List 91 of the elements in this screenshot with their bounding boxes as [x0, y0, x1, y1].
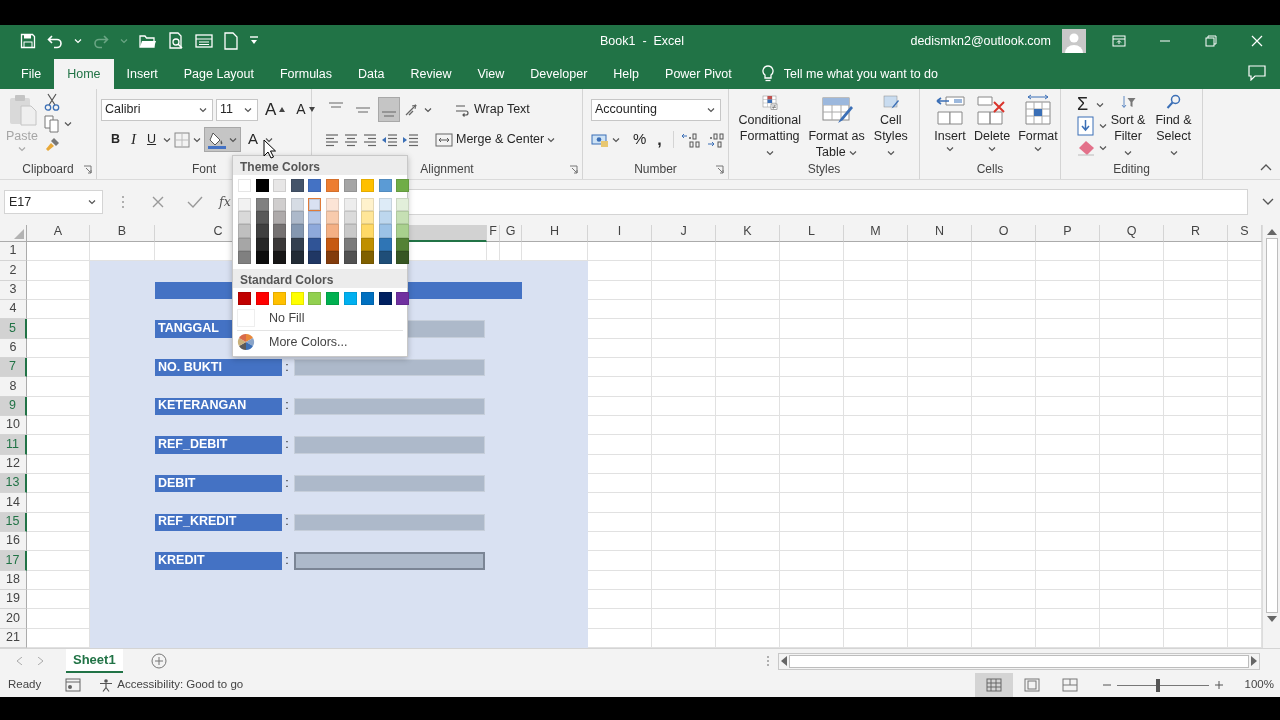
row-header[interactable]: 11	[0, 435, 27, 455]
column-header[interactable]: R	[1164, 225, 1228, 242]
sort-filter-button[interactable]: Sort & Filter	[1107, 89, 1150, 160]
ribbon-tab[interactable]: Data	[345, 59, 398, 89]
ribbon-tab[interactable]: Insert	[113, 59, 171, 89]
section-header: Theme Colors	[233, 156, 407, 175]
row-header[interactable]: 5	[0, 319, 27, 339]
colon-separator: :	[284, 552, 290, 570]
row-header[interactable]: 7	[0, 358, 27, 378]
window-title: Book1 - Excel	[600, 32, 685, 50]
conditional-formatting-button[interactable]: Conditional Formatting	[733, 89, 807, 160]
cell-styles-button[interactable]: Cell Styles	[866, 89, 915, 160]
tell-me-button[interactable]: Tell me what you want to do	[754, 59, 944, 89]
group-label: Alignment	[420, 161, 474, 178]
insert-button[interactable]: Insert	[932, 89, 968, 160]
comma-button[interactable]: ,	[653, 127, 666, 152]
field-label: DEBIT	[155, 475, 282, 493]
group-label: Cells	[976, 161, 1004, 178]
shrink-font-button[interactable]: A	[292, 97, 319, 122]
grow-font-button[interactable]: A	[261, 97, 290, 122]
font-name-field[interactable]: Calibri	[101, 98, 213, 121]
status-text: Ready	[8, 677, 42, 693]
colon-separator: :	[284, 397, 290, 415]
group-label: Clipboard	[22, 161, 74, 178]
column-header[interactable]: S	[1228, 225, 1262, 242]
colon-separator: :	[284, 358, 290, 376]
row-header[interactable]: 10	[0, 416, 27, 436]
row-header[interactable]: 13	[0, 474, 27, 494]
colon-separator: :	[284, 513, 290, 531]
insert-function-button[interactable]: fx	[219, 192, 231, 212]
bold-button[interactable]: B	[107, 127, 125, 152]
row-header[interactable]: 1	[0, 242, 27, 262]
row-header[interactable]: 14	[0, 493, 27, 513]
italic-button[interactable]: I	[127, 127, 141, 152]
column-header[interactable]: G	[500, 225, 522, 242]
delete-button[interactable]: Delete	[972, 89, 1013, 160]
sheet-tab[interactable]: Sheet1	[66, 649, 123, 673]
name-box[interactable]: E17	[4, 190, 103, 214]
column-header[interactable]: A	[27, 225, 90, 242]
find-select-button[interactable]: Find & Select	[1149, 89, 1198, 160]
column-header[interactable]: L	[780, 225, 844, 242]
column-header[interactable]: N	[908, 225, 972, 242]
column-header[interactable]: B	[90, 225, 155, 242]
group-label: Styles	[807, 161, 841, 178]
colon-separator: :	[284, 474, 290, 492]
ribbon-tab[interactable]: View	[464, 59, 518, 89]
column-header[interactable]: H	[522, 225, 588, 242]
section-header: Standard Colors	[233, 268, 407, 288]
merge-center-button[interactable]: Merge & Center	[431, 127, 560, 152]
row-header[interactable]: 20	[0, 609, 27, 629]
column-header[interactable]: M	[844, 225, 908, 242]
column-header[interactable]: O	[972, 225, 1036, 242]
accessibility-button[interactable]: Accessibility: Good to go	[99, 676, 244, 694]
format-button[interactable]: Format	[1016, 89, 1060, 160]
format-as-table-button[interactable]: Format as Table	[806, 89, 867, 160]
ribbon-tab[interactable]: Review	[397, 59, 465, 89]
ribbon-tab[interactable]: Developer	[517, 59, 601, 89]
row-header[interactable]: 8	[0, 377, 27, 397]
field-label: NO. BUKTI	[155, 359, 282, 377]
group-label: Editing	[1113, 161, 1150, 178]
percent-button[interactable]: %	[629, 127, 651, 152]
ribbon-tab[interactable]: Home	[54, 59, 114, 89]
zoom-level[interactable]: 100%	[1244, 676, 1274, 694]
autosum-button[interactable]: Σ	[1073, 93, 1093, 116]
column-header[interactable]: P	[1036, 225, 1100, 242]
column-header[interactable]: Q	[1100, 225, 1164, 242]
ribbon-tab[interactable]: Help	[600, 59, 653, 89]
column-header[interactable]: I	[588, 225, 652, 242]
ribbon-tab[interactable]: Page Layout	[170, 59, 267, 89]
row-header[interactable]: 19	[0, 590, 27, 610]
row-header[interactable]: 16	[0, 532, 27, 552]
group-label: Font	[192, 161, 216, 178]
row-header[interactable]: 17	[0, 551, 27, 571]
font-color-button[interactable]: A	[244, 127, 263, 152]
ribbon-tab[interactable]: File	[8, 59, 55, 89]
row-header[interactable]: 2	[0, 261, 27, 281]
number-format-field[interactable]: Accounting	[591, 98, 721, 121]
account-name[interactable]: dedismkn2@outlook.com	[910, 31, 1051, 51]
column-header[interactable]: K	[716, 225, 780, 242]
wrap-text-button[interactable]: Wrap Text	[451, 97, 534, 122]
ribbon-tab[interactable]: Power Pivot	[652, 59, 745, 89]
field-label: KREDIT	[155, 552, 282, 570]
colon-separator: :	[284, 436, 290, 454]
column-header[interactable]: F	[487, 225, 500, 242]
row-header[interactable]: 4	[0, 300, 27, 320]
font-size-field[interactable]: 11	[216, 98, 258, 121]
underline-button[interactable]: U	[143, 127, 161, 152]
group-label: Number	[634, 161, 677, 178]
ribbon-tab[interactable]: Formulas	[266, 59, 346, 89]
field-label: REF_DEBIT	[155, 436, 282, 454]
column-header[interactable]: J	[652, 225, 716, 242]
